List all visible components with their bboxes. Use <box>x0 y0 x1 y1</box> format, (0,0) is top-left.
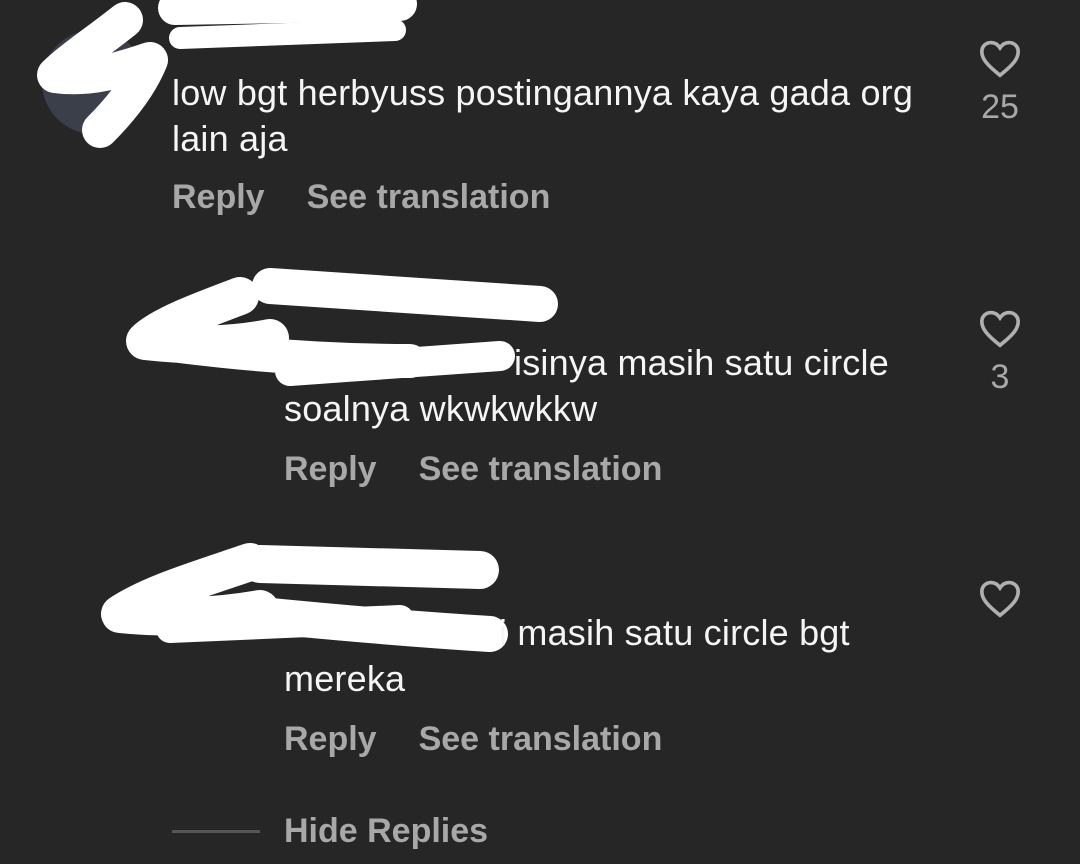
like-control <box>960 578 1040 628</box>
reply-button[interactable]: Reply <box>172 178 265 217</box>
reply-button[interactable]: Reply <box>284 450 377 489</box>
avatar[interactable] <box>42 30 146 134</box>
reply-item: isinya masih satu circle soalnya wkwkwkk… <box>0 260 1080 510</box>
like-count: 3 <box>990 358 1010 396</box>
heart-outline-icon[interactable] <box>978 308 1022 348</box>
reply-button[interactable]: Reply <box>284 720 377 759</box>
reply-actions: Reply See translation <box>284 450 662 489</box>
see-translation-button[interactable]: See translation <box>419 450 663 489</box>
see-translation-button[interactable]: See translation <box>419 720 663 759</box>
reply-text: isinya masih satu circle soalnya wkwkwkk… <box>284 342 889 429</box>
comments-screen: low bgt herbyuss postingannya kaya gada … <box>0 0 1080 864</box>
like-control: 3 <box>960 308 1040 397</box>
heart-outline-icon[interactable] <box>978 38 1022 78</box>
hide-replies-row: Hide Replies <box>172 812 488 851</box>
like-control: 25 <box>960 38 1040 127</box>
see-translation-button[interactable]: See translation <box>307 178 551 217</box>
hide-replies-button[interactable]: Hide Replies <box>284 812 488 851</box>
divider-line <box>172 830 260 833</box>
heart-outline-icon[interactable] <box>978 578 1022 618</box>
reply-item: i masih satu circle bgt mereka Reply See… <box>0 530 1080 780</box>
comment-item: low bgt herbyuss postingannya kaya gada … <box>0 0 1080 240</box>
comment-actions: Reply See translation <box>172 178 550 217</box>
like-count: 25 <box>981 88 1019 126</box>
reply-text: i masih satu circle bgt mereka <box>284 612 850 699</box>
reply-actions: Reply See translation <box>284 720 662 759</box>
comment-text: low bgt herbyuss postingannya kaya gada … <box>172 72 914 159</box>
